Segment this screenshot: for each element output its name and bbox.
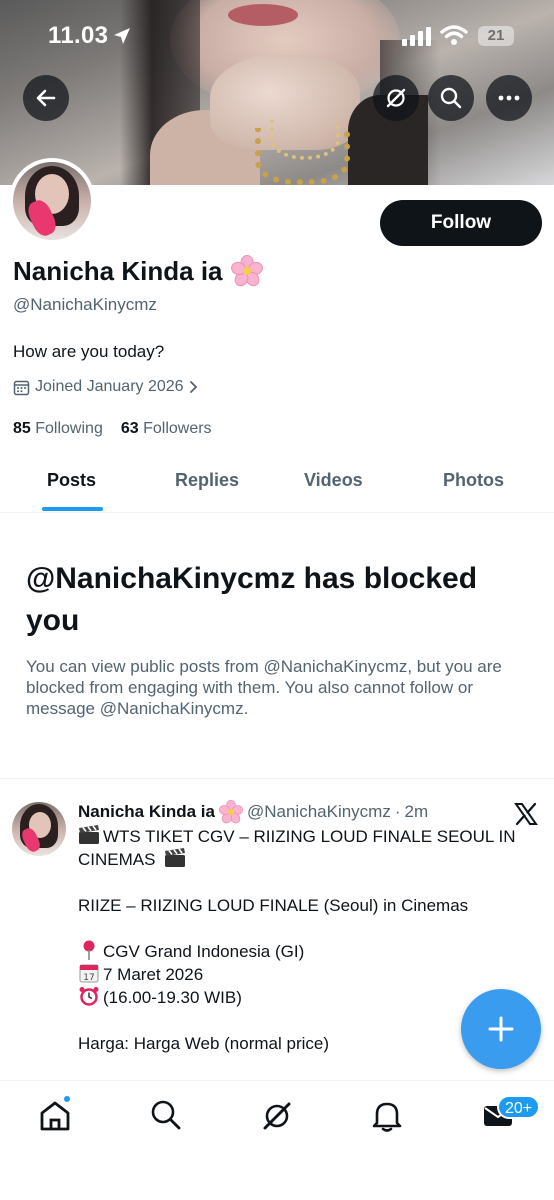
post-location: CGV Grand Indonesia (GI) bbox=[103, 942, 305, 961]
blocked-title: @NanichaKinycmz has blocked you bbox=[26, 562, 478, 637]
blocked-description: You can view public posts from @NanichaK… bbox=[26, 657, 502, 718]
explore-tab[interactable] bbox=[150, 1099, 182, 1136]
plus-icon bbox=[488, 1016, 514, 1042]
messages-badge: 20+ bbox=[497, 1095, 541, 1119]
cherry-blossom-icon bbox=[230, 255, 263, 287]
location-arrow-icon bbox=[112, 26, 132, 51]
joined-text: Joined January 2026 bbox=[35, 378, 184, 395]
post-separator: · bbox=[394, 802, 401, 821]
post-hours: (16.00-19.30 WIB) bbox=[103, 988, 242, 1007]
follow-counts: 85 Following 63 Followers bbox=[13, 420, 212, 438]
profile-handle: @NanichaKinycmz bbox=[13, 295, 157, 314]
home-icon bbox=[40, 1101, 70, 1131]
compose-post-button[interactable] bbox=[461, 989, 541, 1069]
home-notification-dot bbox=[62, 1094, 72, 1104]
post-author-handle[interactable]: @NanichaKinycmz bbox=[247, 802, 391, 822]
clapper-board-icon bbox=[164, 848, 186, 868]
divider bbox=[0, 778, 554, 779]
chevron-right-icon bbox=[189, 381, 197, 393]
back-button[interactable] bbox=[23, 75, 69, 121]
profile-tabs: Posts Replies Videos Photos bbox=[0, 455, 554, 513]
follow-button[interactable]: Follow bbox=[380, 200, 542, 246]
profile-avatar[interactable] bbox=[9, 158, 95, 244]
post-header: Nanicha Kinda ia @NanichaKinycmz · 2m bbox=[78, 800, 428, 824]
bottom-navigation: 20+ bbox=[0, 1080, 554, 1200]
grok-icon bbox=[263, 1102, 291, 1130]
search-button[interactable] bbox=[428, 75, 474, 121]
joined-date[interactable]: Joined January 2026 bbox=[13, 378, 199, 396]
alarm-clock-icon bbox=[78, 986, 100, 1006]
svg-text:17: 17 bbox=[83, 973, 94, 983]
grok-button[interactable] bbox=[373, 75, 419, 121]
calendar-icon bbox=[13, 380, 30, 395]
profile-bio: How are you today? bbox=[13, 342, 165, 361]
cherry-blossom-icon bbox=[219, 800, 243, 824]
post-date: 7 Maret 2026 bbox=[103, 965, 204, 984]
tab-replies[interactable]: Replies bbox=[175, 470, 239, 491]
search-icon bbox=[440, 87, 462, 109]
wifi-icon bbox=[440, 24, 468, 51]
clapper-board-icon bbox=[78, 825, 100, 845]
tab-posts[interactable]: Posts bbox=[47, 470, 96, 491]
grok-tab[interactable] bbox=[260, 1099, 294, 1138]
post-line-1: WTS TIKET CGV – RIIZING LOUD FINALE SEOU… bbox=[78, 827, 516, 869]
battery-indicator: 21 bbox=[478, 26, 514, 46]
post-avatar[interactable] bbox=[12, 802, 66, 856]
post-time[interactable]: 2m bbox=[405, 802, 429, 822]
post-author-name[interactable]: Nanicha Kinda ia bbox=[78, 802, 215, 822]
more-dots-icon bbox=[498, 95, 520, 101]
status-time: 11.03 bbox=[48, 22, 109, 49]
following-link[interactable]: 85 Following bbox=[13, 420, 103, 438]
calendar-emoji-icon: 17 bbox=[78, 963, 100, 983]
notifications-tab[interactable] bbox=[371, 1099, 403, 1138]
profile-name: Nanicha Kinda ia bbox=[13, 255, 263, 287]
home-tab[interactable] bbox=[38, 1099, 72, 1138]
cellular-signal-icon bbox=[402, 26, 434, 51]
tab-photos[interactable]: Photos bbox=[443, 470, 504, 491]
tab-videos[interactable]: Videos bbox=[304, 470, 363, 491]
more-options-button[interactable] bbox=[486, 75, 532, 121]
search-icon bbox=[151, 1100, 181, 1130]
post-line-2: RIIZE – RIIZING LOUD FINALE (Seoul) in C… bbox=[78, 896, 469, 915]
followers-link[interactable]: 63 Followers bbox=[121, 420, 212, 438]
profile-name-text: Nanicha Kinda ia bbox=[13, 255, 223, 286]
grok-icon bbox=[386, 88, 406, 108]
status-bar: 11.03 21 bbox=[0, 0, 554, 70]
bell-icon bbox=[372, 1102, 402, 1132]
round-pushpin-icon bbox=[78, 940, 100, 960]
active-tab-indicator bbox=[42, 507, 103, 511]
back-arrow-icon bbox=[36, 89, 56, 107]
